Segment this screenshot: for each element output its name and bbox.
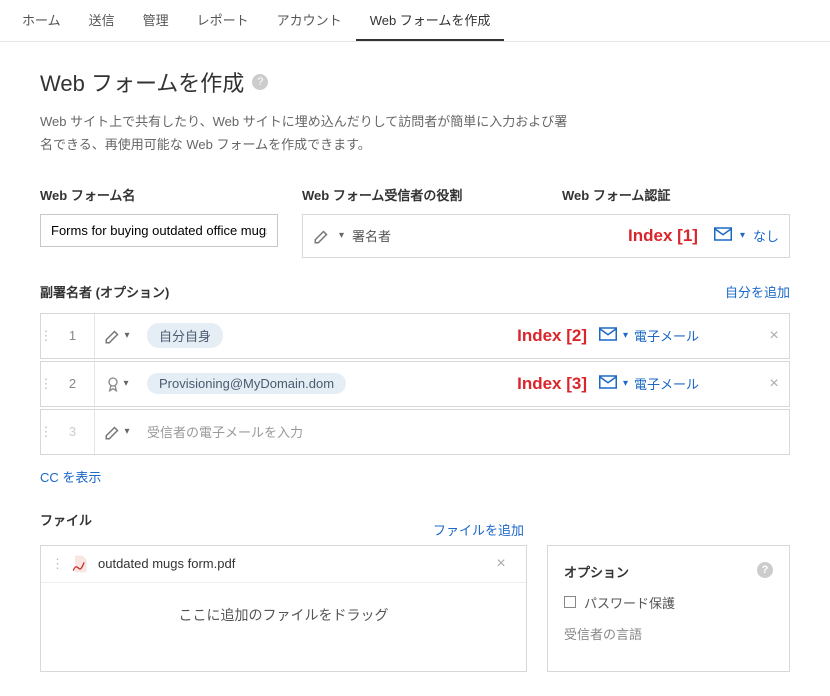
remove-file-icon[interactable]: ×: [486, 555, 516, 573]
help-icon[interactable]: ?: [757, 562, 773, 578]
row-index: 2: [51, 362, 95, 406]
mail-icon[interactable]: [714, 227, 732, 244]
drag-handle-icon[interactable]: ⋮: [41, 424, 51, 440]
chevron-down-icon[interactable]: ▾: [339, 230, 344, 241]
file-box: ⋮ outdated mugs form.pdf × ここに追加のファイルをドラ…: [40, 545, 527, 672]
drag-handle-icon[interactable]: ⋮: [41, 328, 51, 344]
chevron-down-icon[interactable]: ▾: [740, 230, 745, 241]
label-file: ファイル: [40, 510, 92, 529]
label-recipient-language: 受信者の言語: [564, 624, 642, 643]
password-protect-checkbox[interactable]: [564, 596, 576, 608]
index-label: Index [2]: [517, 326, 587, 346]
top-nav: ホーム 送信 管理 レポート アカウント Web フォームを作成: [0, 0, 830, 42]
remove-row-icon[interactable]: ×: [759, 375, 789, 393]
primary-recipient-row: ▾ 署名者 Index [1] ▾ なし: [302, 214, 790, 258]
add-file-link[interactable]: ファイルを追加: [433, 520, 524, 539]
index-label: Index [3]: [517, 374, 587, 394]
nav-home[interactable]: ホーム: [8, 0, 75, 41]
drag-handle-icon[interactable]: ⋮: [51, 556, 64, 572]
roster-row: ⋮2▾Provisioning@MyDomain.domIndex [3]▾電子…: [40, 361, 790, 407]
nav-manage[interactable]: 管理: [129, 0, 183, 41]
label-recipient-role: Web フォーム受信者の役割: [302, 185, 562, 204]
roster-row: ⋮3▾ 受信者の電子メールを入力: [40, 409, 790, 455]
pen-icon[interactable]: ▾: [95, 327, 139, 345]
label-options: オプション: [564, 562, 629, 581]
nav-reports[interactable]: レポート: [183, 0, 263, 41]
file-item: ⋮ outdated mugs form.pdf ×: [41, 546, 526, 583]
drag-handle-icon[interactable]: ⋮: [41, 376, 51, 392]
show-cc-link[interactable]: CC を表示: [40, 467, 101, 486]
row-index: 3: [51, 410, 95, 454]
page-title: Web フォームを作成: [40, 66, 244, 98]
help-icon[interactable]: ?: [252, 74, 268, 90]
remove-row-icon[interactable]: ×: [759, 327, 789, 345]
options-box: オプション ? パスワード保護 受信者の言語: [547, 545, 790, 672]
recipient-chip[interactable]: 自分自身: [147, 323, 223, 348]
file-name: outdated mugs form.pdf: [98, 556, 486, 571]
recipient-email-input[interactable]: 受信者の電子メールを入力: [147, 422, 303, 441]
nav-send[interactable]: 送信: [75, 0, 129, 41]
roster-row: ⋮1▾自分自身Index [2]▾電子メール×: [40, 313, 790, 359]
auth-text: 電子メール: [634, 374, 699, 393]
nav-webform[interactable]: Web フォームを作成: [356, 0, 505, 41]
index-1-label: Index [1]: [628, 226, 698, 246]
form-name-input[interactable]: [40, 214, 278, 247]
mail-icon[interactable]: [599, 327, 617, 344]
label-password-protect: パスワード保護: [584, 593, 675, 612]
pen-icon[interactable]: [313, 227, 331, 245]
file-drop-area[interactable]: ここに追加のファイルをドラッグ: [41, 583, 526, 647]
label-counter-signers: 副署名者 (オプション): [40, 282, 169, 301]
label-form-name: Web フォーム名: [40, 185, 278, 204]
nav-account[interactable]: アカウント: [263, 0, 356, 41]
auth-text: 電子メール: [634, 326, 699, 345]
primary-auth-text: なし: [753, 226, 779, 245]
label-auth: Web フォーム認証: [562, 185, 670, 204]
page-description: Web サイト上で共有したり、Web サイトに埋め込んだりして訪問者が簡単に入力…: [40, 110, 580, 157]
recipient-chip[interactable]: Provisioning@MyDomain.dom: [147, 373, 346, 394]
pdf-icon: [70, 554, 90, 574]
seal-icon[interactable]: ▾: [95, 375, 139, 393]
pen-icon[interactable]: ▾: [95, 423, 139, 441]
primary-role-text: 署名者: [352, 226, 391, 245]
mail-icon[interactable]: [599, 375, 617, 392]
add-self-link[interactable]: 自分を追加: [725, 282, 790, 301]
row-index: 1: [51, 314, 95, 358]
